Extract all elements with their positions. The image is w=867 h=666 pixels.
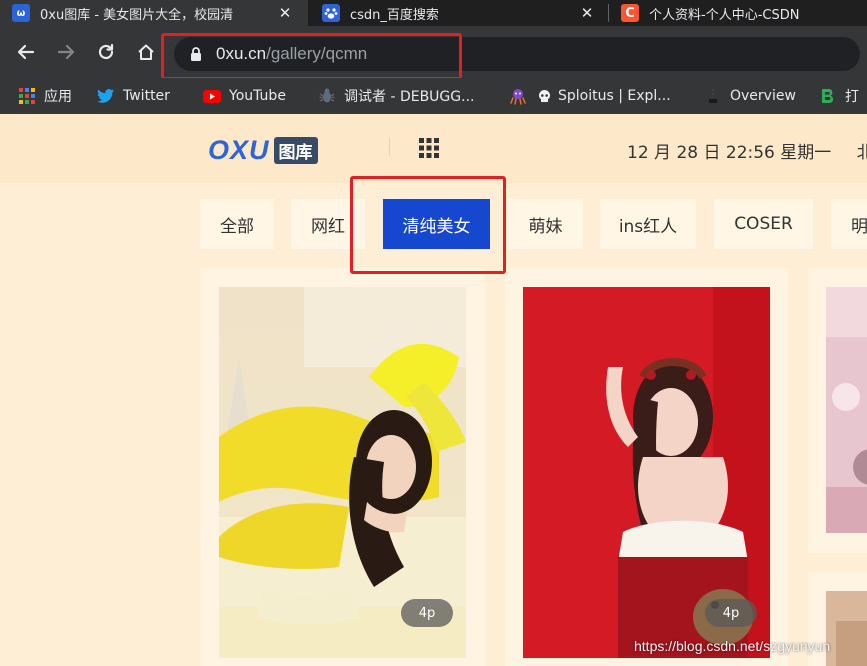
bookmark-apps[interactable]: 应用	[18, 86, 72, 106]
photo-warm-room	[826, 591, 867, 666]
home-button[interactable]	[132, 38, 160, 66]
b-logo-icon	[819, 87, 837, 105]
bookmark-label: 应用	[44, 89, 72, 105]
location-text: 北	[856, 143, 867, 163]
bookmarks-bar: 应用 Twitter YouTube 调试者 - DEBUGG... Sploi…	[0, 78, 867, 114]
bookmark-debugger[interactable]: 调试者 - DEBUGG...	[318, 86, 474, 106]
watermark-text: https://blog.csdn.net/szgyunyun	[634, 638, 831, 654]
octopus-icon	[509, 87, 527, 105]
category-highlight-box	[350, 176, 506, 274]
reload-button[interactable]	[92, 38, 120, 66]
category-ming[interactable]: 明	[831, 199, 867, 249]
logo-text: OXU	[208, 135, 270, 165]
apps-grid-icon	[18, 87, 36, 105]
twitter-bird-icon	[97, 87, 115, 105]
oxu-favicon-icon: ω	[12, 4, 30, 22]
gallery-photo[interactable]	[826, 591, 867, 666]
bookmark-youtube[interactable]: YouTube	[203, 86, 286, 106]
bug-icon	[318, 87, 336, 105]
bookmark-label: 打	[845, 89, 859, 105]
badge-text: 4p	[418, 605, 436, 621]
tab-baidu-search[interactable]: csdn_百度搜索 ✕	[310, 0, 606, 26]
bookmark-b-site[interactable]: 打	[819, 86, 859, 106]
forward-arrow-icon	[57, 44, 75, 60]
back-button[interactable]	[12, 38, 40, 66]
close-tab-icon[interactable]: ✕	[276, 4, 294, 22]
bookmark-label: Twitter	[123, 88, 170, 104]
baidu-paw-icon	[322, 4, 340, 22]
category-mengmei[interactable]: 萌妹	[508, 199, 583, 249]
category-label: ins红人	[618, 216, 678, 237]
forward-button[interactable]	[52, 38, 80, 66]
category-label: 全部	[220, 216, 254, 237]
tab-csdn-profile[interactable]: C 个人资料-个人中心-CSDN	[609, 0, 867, 26]
back-arrow-icon	[17, 44, 35, 60]
bookmark-label: Sploitus | Expl...	[558, 88, 671, 104]
logo-badge: 图库	[273, 137, 318, 164]
category-label: 网红	[311, 216, 345, 237]
bookmark-label: Overview	[730, 88, 796, 104]
close-tab-icon[interactable]: ✕	[578, 4, 596, 22]
bookmark-label: 调试者 - DEBUGG...	[344, 89, 475, 105]
photo-count-badge: 4p	[401, 599, 453, 627]
category-coser[interactable]: COSER	[714, 199, 813, 249]
category-all[interactable]: 全部	[200, 199, 274, 249]
tab-title: 0xu图库 - 美女图片大全，校园清	[40, 7, 234, 23]
header-divider	[389, 138, 390, 156]
overview-icon	[704, 87, 722, 105]
home-icon	[138, 44, 154, 60]
tab-oxu-gallery[interactable]: ω 0xu图库 - 美女图片大全，校园清 ✕	[0, 0, 308, 26]
category-label: 明	[851, 216, 867, 237]
site-logo[interactable]: OXU 图库	[208, 135, 318, 166]
gallery-photo[interactable]	[826, 287, 867, 533]
youtube-play-icon	[203, 87, 221, 105]
address-bar-highlight-box	[161, 33, 462, 80]
bookmark-twitter[interactable]: Twitter	[97, 86, 170, 106]
reload-icon	[98, 43, 114, 60]
bookmark-overview[interactable]: Overview	[704, 86, 796, 106]
category-label: 萌妹	[528, 216, 563, 237]
category-ins[interactable]: ins红人	[600, 199, 696, 249]
header-datetime: 12 月 28 日 22:56 星期一 北	[627, 138, 867, 163]
bookmark-sploitus[interactable]: Sploitus | Expl...	[509, 86, 671, 106]
skull-icon	[535, 87, 553, 105]
menu-grid-icon[interactable]	[419, 138, 439, 162]
badge-text: 4p	[722, 605, 740, 621]
photo-count-badge: 4p	[705, 599, 757, 627]
gallery-card-partial[interactable]	[808, 268, 867, 553]
bookmark-label: YouTube	[229, 88, 286, 104]
tab-title: csdn_百度搜索	[350, 7, 439, 23]
csdn-c-icon: C	[621, 4, 639, 22]
category-label: COSER	[734, 214, 793, 234]
gallery-card[interactable]: 4p	[505, 268, 788, 666]
photo-pink-room	[826, 287, 867, 533]
datetime-text: 12 月 28 日 22:56 星期一	[627, 143, 832, 163]
gallery-card[interactable]: 4p	[200, 268, 485, 666]
site-header: OXU 图库 12 月 28 日 22:56 星期一 北	[0, 114, 867, 183]
browser-tab-strip: ω 0xu图库 - 美女图片大全，校园清 ✕ csdn_百度搜索 ✕ C 个人资…	[0, 0, 867, 26]
tab-title: 个人资料-个人中心-CSDN	[649, 7, 800, 23]
